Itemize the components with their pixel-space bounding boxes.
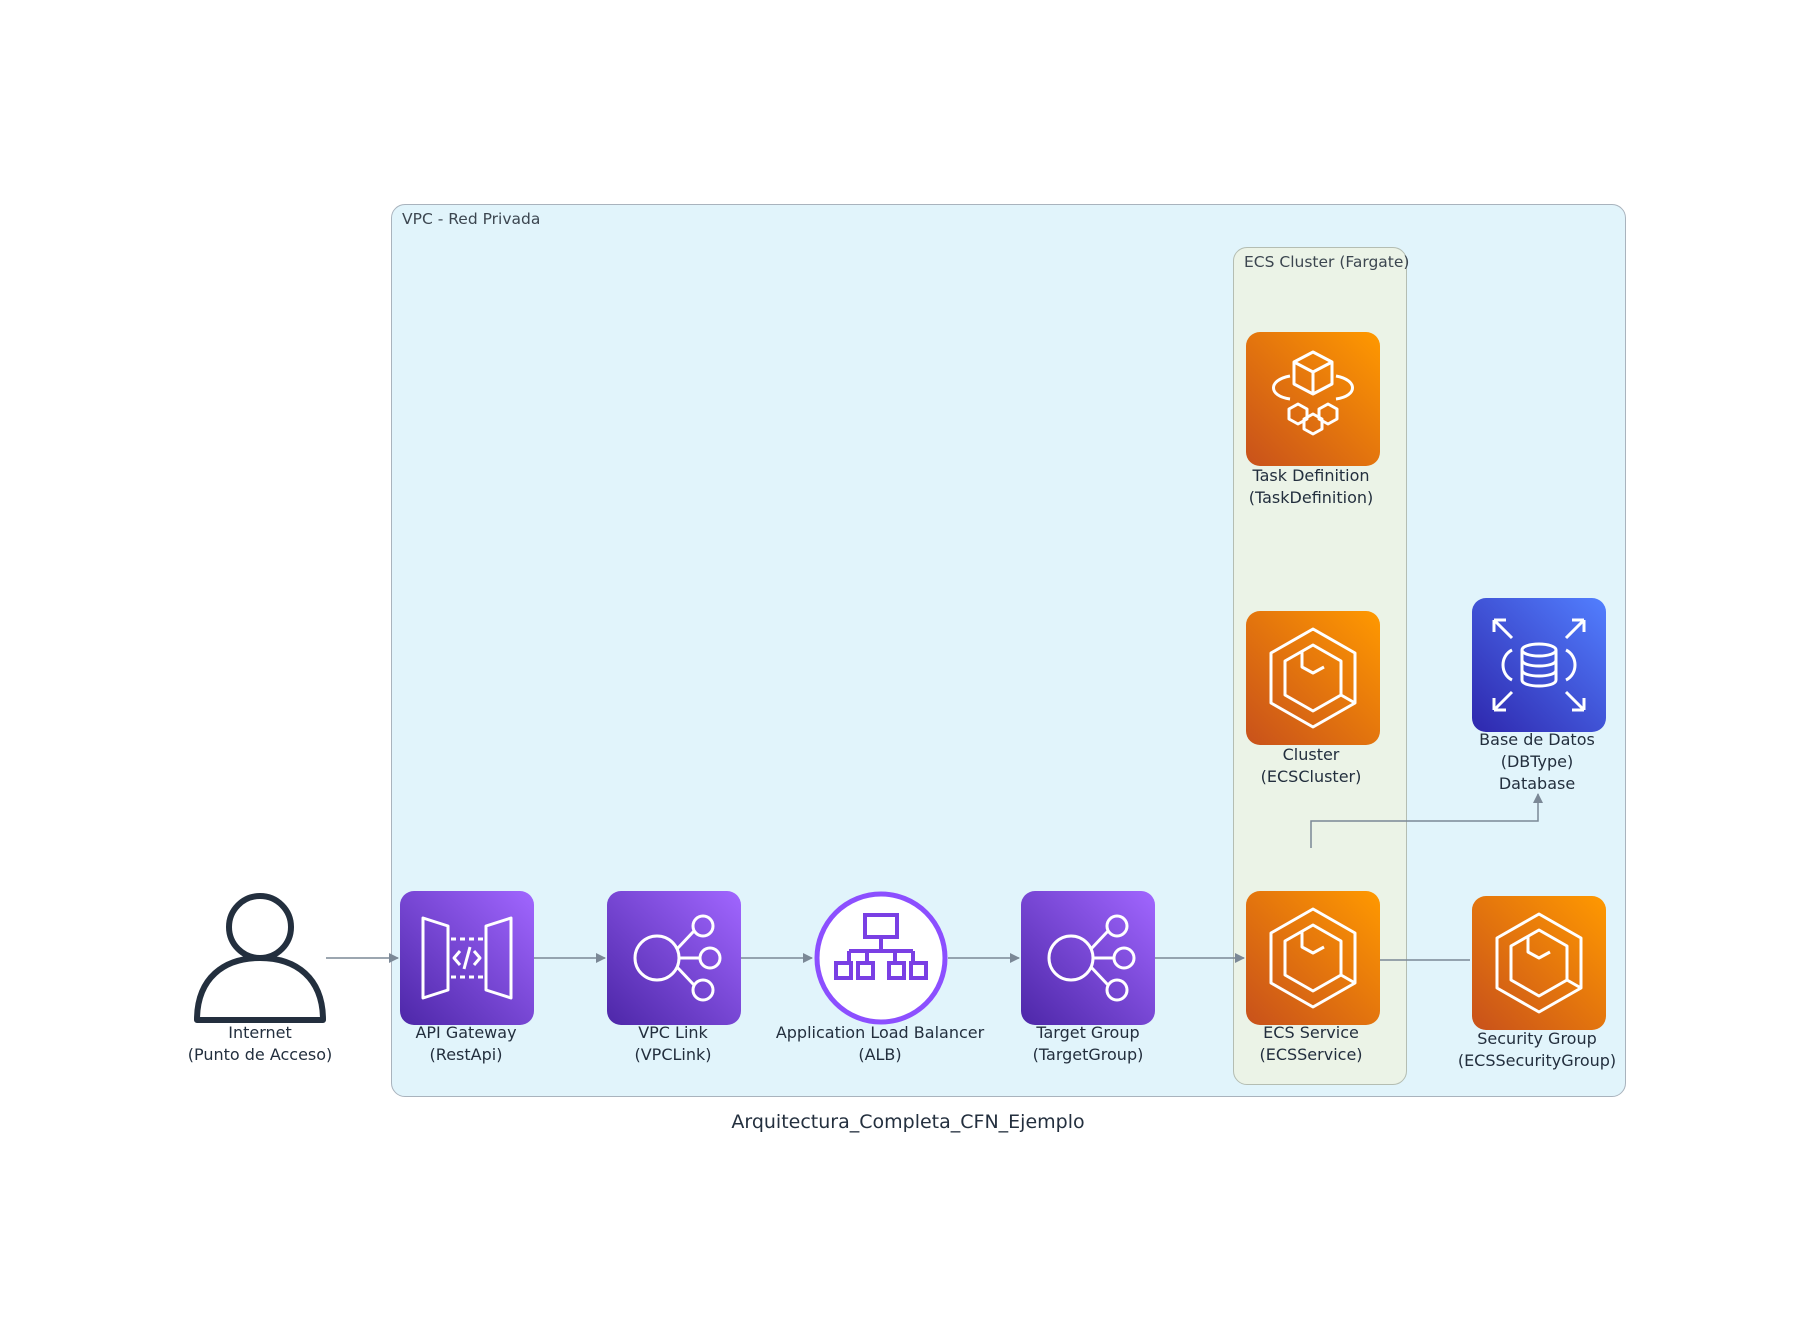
user-icon xyxy=(194,893,326,1023)
target-group-label: Target Group xyxy=(1036,1023,1140,1042)
security-group-sublabel: (ECSSecurityGroup) xyxy=(1457,1051,1617,1070)
target-group-icon xyxy=(1021,891,1155,1025)
cluster-label: Cluster xyxy=(1282,745,1340,764)
ecs-icon xyxy=(1472,896,1606,1030)
cluster-sublabel: (ECSCluster) xyxy=(1260,767,1362,786)
api-gateway-icon xyxy=(400,891,534,1025)
task-definition-sublabel: (TaskDefinition) xyxy=(1248,488,1374,507)
ecs-service-label: ECS Service xyxy=(1263,1023,1359,1042)
task-definition-label: Task Definition xyxy=(1252,466,1370,485)
load-balancer-icon xyxy=(814,891,948,1025)
ecs-service-sublabel: (ECSService) xyxy=(1259,1045,1363,1064)
rds-icon xyxy=(1472,598,1606,732)
ecs-icon xyxy=(1246,611,1380,745)
target-group-sublabel: (TargetGroup) xyxy=(1032,1045,1144,1064)
vpc-link-icon xyxy=(607,891,741,1025)
security-group-label: Security Group xyxy=(1477,1029,1597,1048)
database-label: Base de Datos xyxy=(1479,730,1595,749)
database-sublabel: (DBType) xyxy=(1500,752,1574,771)
edge-ecsservice-database xyxy=(1310,793,1543,848)
fargate-icon xyxy=(1246,332,1380,466)
ecs-icon xyxy=(1246,891,1380,1025)
diagram-title: Arquitectura_Completa_CFN_Ejemplo xyxy=(731,1111,1085,1133)
database-type-label: Database xyxy=(1498,774,1576,793)
